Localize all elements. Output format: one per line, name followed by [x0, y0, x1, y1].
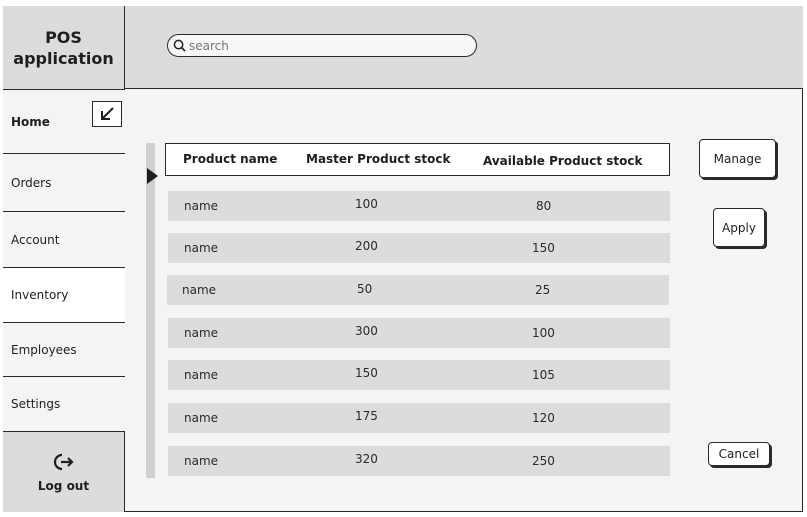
sidebar-item-label: Inventory — [11, 288, 69, 302]
scrollbar[interactable] — [146, 143, 155, 478]
table-row[interactable]: name 320 250 — [168, 446, 670, 476]
expand-arrow-icon[interactable] — [147, 168, 158, 184]
sidebar-item-label: Employees — [11, 342, 77, 357]
top-bar — [125, 6, 803, 89]
sidebar-item-settings[interactable]: Settings — [3, 377, 125, 432]
sidebar-item-label: Account — [11, 232, 60, 247]
search-box[interactable] — [167, 34, 477, 57]
table-header: Product name Master Product stock Availa… — [165, 143, 670, 176]
search-input[interactable] — [189, 38, 459, 53]
table-row[interactable]: name 50 25 — [167, 275, 669, 305]
cell-product-name: name — [184, 241, 219, 255]
column-header-master-stock[interactable]: Master Product stock — [306, 144, 451, 174]
column-header-available-stock[interactable]: Available Product stock — [483, 146, 642, 176]
table-row[interactable]: name 150 105 — [168, 360, 670, 390]
collapse-sidebar-button[interactable] — [92, 101, 122, 127]
sidebar-item-label: Home — [11, 114, 50, 129]
cell-available-stock: 105 — [532, 368, 555, 382]
search-icon — [173, 39, 186, 52]
cell-master-stock: 300 — [355, 324, 378, 338]
cell-product-name: name — [184, 326, 219, 340]
cell-product-name: name — [182, 283, 217, 297]
table-row[interactable]: name 300 100 — [168, 318, 670, 348]
cell-available-stock: 250 — [532, 454, 555, 468]
manage-button-label: Manage — [713, 151, 762, 166]
cell-available-stock: 150 — [532, 241, 555, 255]
cell-available-stock: 120 — [532, 411, 555, 425]
sidebar-item-orders[interactable]: Orders — [3, 154, 125, 212]
cancel-button[interactable]: Cancel — [708, 442, 770, 466]
cell-master-stock: 50 — [357, 282, 373, 296]
cell-available-stock: 100 — [532, 326, 555, 340]
sidebar-item-inventory[interactable]: Inventory — [3, 268, 125, 323]
table-row[interactable]: name 175 120 — [168, 403, 670, 433]
logout-button[interactable]: Log out — [3, 432, 125, 512]
sidebar-item-label: Settings — [11, 397, 61, 411]
app-brand: POS application — [3, 6, 125, 90]
cell-product-name: name — [184, 411, 219, 425]
sidebar-item-label: Orders — [11, 175, 52, 190]
cell-master-stock: 175 — [355, 409, 378, 423]
cell-product-name: name — [184, 199, 219, 213]
sidebar-item-employees[interactable]: Employees — [3, 323, 125, 377]
apply-button[interactable]: Apply — [713, 208, 765, 247]
cell-master-stock: 150 — [355, 366, 378, 380]
app-title: POS application — [13, 27, 114, 68]
column-header-product-name[interactable]: Product name — [183, 144, 277, 174]
table-row[interactable]: name 200 150 — [168, 233, 670, 263]
cell-product-name: name — [184, 368, 219, 382]
arrow-down-left-icon — [101, 107, 114, 120]
cell-master-stock: 100 — [355, 197, 378, 211]
cancel-button-label: Cancel — [718, 447, 760, 461]
cell-available-stock: 80 — [536, 199, 552, 213]
logout-icon — [53, 453, 74, 471]
apply-button-label: Apply — [722, 220, 756, 235]
table-row[interactable]: name 100 80 — [168, 191, 670, 221]
cell-product-name: name — [184, 454, 219, 468]
sidebar-item-account[interactable]: Account — [3, 212, 125, 268]
manage-button[interactable]: Manage — [699, 139, 776, 178]
cell-available-stock: 25 — [535, 283, 551, 297]
cell-master-stock: 200 — [355, 239, 378, 253]
logout-label: Log out — [37, 479, 90, 493]
cell-master-stock: 320 — [355, 452, 378, 466]
